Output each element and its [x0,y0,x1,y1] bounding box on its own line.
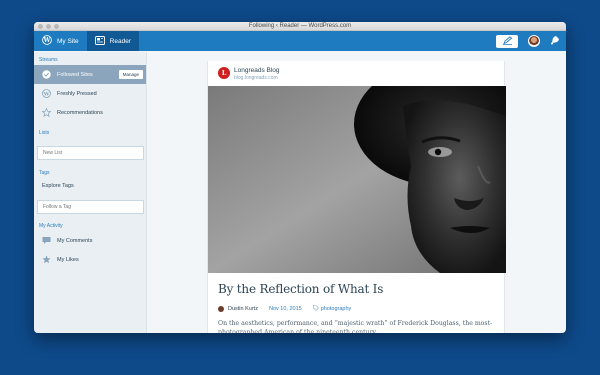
site-url[interactable]: blog.longreads.com [234,75,278,81]
post-card[interactable]: L Longreads Blog blog.longreads.com By t… [207,61,506,333]
follow-tag-input[interactable] [37,200,144,214]
post-tag[interactable]: photography [312,305,352,313]
svg-text:W: W [43,37,51,44]
author-name[interactable]: Dustin Kurtz [228,306,258,312]
check-circle-icon [42,70,51,79]
wordpress-logo-icon: W [42,35,52,47]
lists-heading: Lists [39,130,50,136]
post-title[interactable]: By the Reflection of What Is [218,282,383,296]
site-header[interactable]: L Longreads Blog blog.longreads.com [208,61,504,86]
reader-icon [94,35,105,47]
post-featured-image[interactable] [208,86,506,273]
title-bar: Following ‹ Reader — WordPress.com [34,22,566,31]
reader-stream: L Longreads Blog blog.longreads.com By t… [147,52,566,333]
masterbar: W My Site Reader [34,31,566,51]
svg-text:W: W [43,91,50,97]
my-site-button[interactable]: W My Site [34,31,87,51]
wordpress-icon: W [42,89,51,98]
reader-sidebar: Streams Followed Sites Manage W Freshly … [34,52,147,333]
new-list-input[interactable] [37,146,144,160]
reader-label: Reader [109,37,131,45]
sidebar-item-my-comments[interactable]: My Comments [34,231,146,250]
post-byline: Dustin Kurtz Nov 10, 2015 photography [218,305,351,313]
sidebar-item-followed-sites[interactable]: Followed Sites Manage [34,65,146,84]
my-activity-heading: My Activity [39,223,63,229]
post-excerpt: On the aesthetics, performance, and “maj… [218,319,493,333]
star-outline-icon [42,108,51,117]
portrait-photo [208,86,506,273]
post-tag-label: photography [320,306,352,312]
streams-heading: Streams [39,57,58,63]
window-title: Following ‹ Reader — WordPress.com [248,23,352,29]
author-avatar [218,306,224,312]
excerpt-fade [218,331,493,333]
tag-icon [312,305,319,313]
browser-window: Following ‹ Reader — WordPress.com W My … [34,22,566,333]
manage-button[interactable]: Manage [118,70,143,79]
sidebar-item-label: My Likes [57,256,79,263]
site-name[interactable]: Longreads Blog [234,67,280,74]
notifications-icon[interactable] [550,32,560,50]
sidebar-item-recommendations[interactable]: Recommendations [34,103,146,122]
star-filled-icon [42,255,51,264]
write-post-button[interactable] [496,32,518,50]
comment-icon [42,236,51,245]
sidebar-item-label: Freshly Pressed [57,90,97,97]
sidebar-item-freshly-pressed[interactable]: W Freshly Pressed [34,84,146,103]
sidebar-item-my-likes[interactable]: My Likes [34,250,146,269]
reader-button[interactable]: Reader [86,31,139,51]
site-logo: L [218,67,230,79]
sidebar-item-label: My Comments [57,237,93,244]
sidebar-item-label: Recommendations [57,109,103,116]
sidebar-item-explore-tags[interactable]: Explore Tags [34,178,146,193]
sidebar-item-label: Followed Sites [57,71,93,78]
tags-heading: Tags [39,170,50,176]
user-avatar[interactable] [528,35,540,47]
post-date[interactable]: Nov 10, 2015 [269,306,302,312]
my-site-label: My Site [57,37,79,45]
sidebar-item-label: Explore Tags [42,182,74,189]
pencil-icon [502,32,513,50]
